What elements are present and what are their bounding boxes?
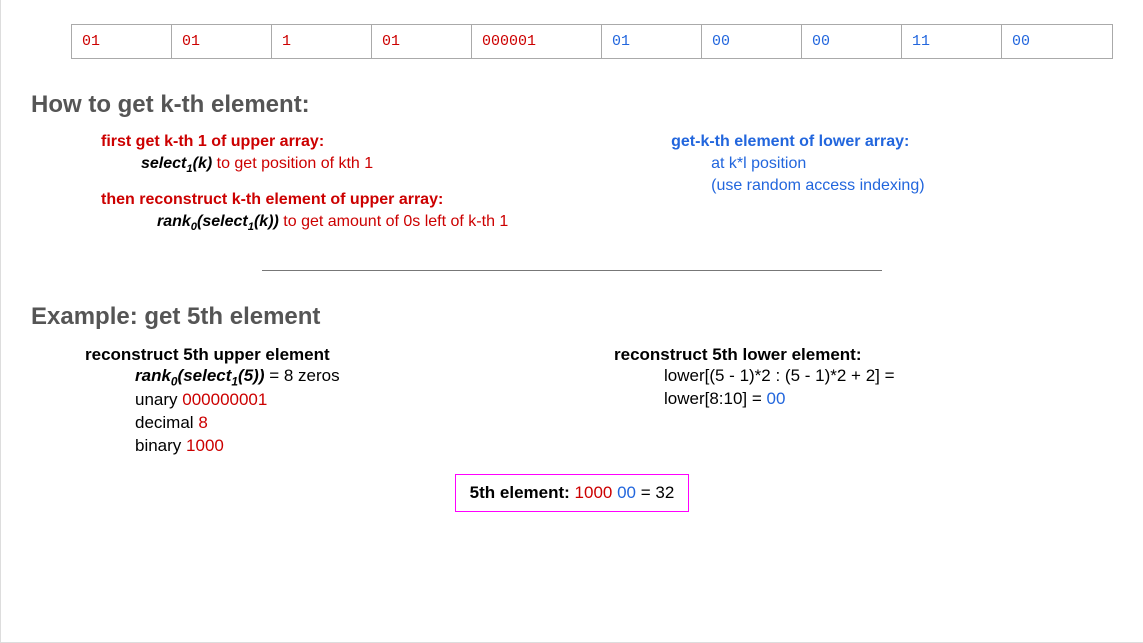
upper-method-col: first get k-th 1 of upper array: select1… [101,133,641,250]
result-wrap: 5th element: 1000 00 = 32 [31,458,1113,512]
result-label: 5th element: [470,483,575,502]
step2-body: rank0(select1(k)) to get amount of 0s le… [157,211,641,235]
unary-val: 000000001 [182,390,267,409]
heading-method: How to get k-th element: [31,91,1113,119]
ex-lower-head: reconstruct 5th lower element: [614,345,1113,365]
select-arg: (k) [193,155,213,172]
bit-array-table: 01 01 1 01 000001 01 00 00 11 00 [71,24,1113,59]
heading-example: Example: get 5th element [31,303,1113,331]
array-cell: 11 [902,25,1002,58]
step2-tail: to get amount of 0s left of k-th 1 [279,213,508,230]
lower-body: at k*l position (use random access index… [711,153,1113,196]
array-cell: 01 [372,25,472,58]
example-columns: reconstruct 5th upper element rank0(sele… [85,345,1113,458]
array-cell: 01 [602,25,702,58]
example-upper-col: reconstruct 5th upper element rank0(sele… [85,345,584,458]
ex-upper-head: reconstruct 5th upper element [85,345,584,365]
array-cell: 00 [1002,25,1102,58]
result-blue: 00 [617,483,636,502]
example-lower-col: reconstruct 5th lower element: lower[(5 … [614,345,1113,458]
ex-rank-eq: = 8 zeros [265,366,340,385]
array-cell: 000001 [472,25,602,58]
step1-head: first get k-th 1 of upper array: [101,133,641,151]
result-box: 5th element: 1000 00 = 32 [455,474,690,512]
array-cell: 01 [72,25,172,58]
array-cell: 00 [702,25,802,58]
ex-unary-line: unary 000000001 [135,389,584,412]
binary-label: binary [135,436,186,455]
upper-step-2: then reconstruct k-th element of upper a… [101,191,641,235]
select-arg2: (k)) [254,213,279,230]
ex-select-func: (select [178,366,232,385]
upper-step-1: first get k-th 1 of upper array: select1… [101,133,641,177]
step1-tail: to get position of kth 1 [212,155,373,172]
ex-upper-body: rank0(select1(5)) = 8 zeros unary 000000… [135,365,584,458]
ex-select-arg: (5)) [238,366,264,385]
ex-lower-line2: lower[8:10] = 00 [664,388,1113,411]
slide-page: 01 01 1 01 000001 01 00 00 11 00 How to … [0,0,1143,643]
ex-lower-2b: 00 [767,389,786,408]
method-columns: first get k-th 1 of upper array: select1… [101,133,1113,250]
array-cell: 1 [272,25,372,58]
result-red: 1000 [575,483,613,502]
ex-binary-line: binary 1000 [135,435,584,458]
result-tail: = 32 [636,483,674,502]
lower-method-col: get-k-th element of lower array: at k*l … [671,133,1113,250]
binary-val: 1000 [186,436,224,455]
lower-head: get-k-th element of lower array: [671,133,1113,151]
lower-line1: at k*l position [711,153,1113,175]
ex-decimal-line: decimal 8 [135,412,584,435]
ex-rank-func: rank [135,366,171,385]
array-cell: 01 [172,25,272,58]
ex-lower-2a: lower[8:10] = [664,389,767,408]
ex-rank-sub: 0 [171,374,178,388]
select-func: select [141,155,186,172]
array-cell: 00 [802,25,902,58]
step2-head: then reconstruct k-th element of upper a… [101,191,641,209]
ex-lower-line1: lower[(5 - 1)*2 : (5 - 1)*2 + 2] = [664,365,1113,388]
ex-lower-body: lower[(5 - 1)*2 : (5 - 1)*2 + 2] = lower… [664,365,1113,411]
rank-func: rank [157,213,191,230]
step1-body: select1(k) to get position of kth 1 [141,153,641,177]
ex-rank-line: rank0(select1(5)) = 8 zeros [135,365,584,389]
separator [262,270,882,271]
lower-line2: (use random access indexing) [711,175,1113,197]
decimal-label: decimal [135,413,198,432]
select-func2: (select [197,213,248,230]
unary-label: unary [135,390,182,409]
decimal-val: 8 [198,413,207,432]
